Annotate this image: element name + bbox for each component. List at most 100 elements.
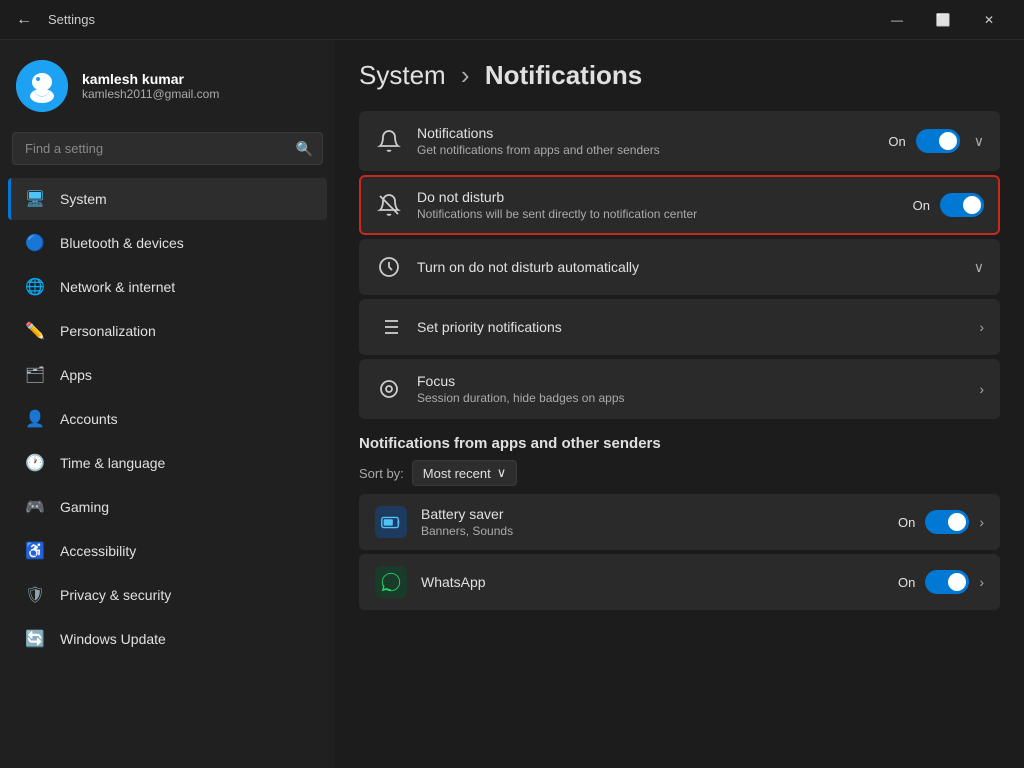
battery-saver-toggle[interactable] [925,510,969,534]
nav-personalization[interactable]: ✏️ Personalization [8,310,327,352]
priority-controls: › [979,319,984,335]
focus-setting[interactable]: Focus Session duration, hide badges on a… [359,359,1000,419]
maximize-button[interactable]: ⬜ [920,0,966,40]
nav-label-system: System [60,191,107,207]
update-icon: 🔄 [24,628,46,650]
whatsapp-row[interactable]: WhatsApp On › [359,554,1000,610]
nav-label-privacy: Privacy & security [60,587,171,603]
nav-accessibility[interactable]: ♿ Accessibility [8,530,327,572]
system-icon: 🖥 [24,188,46,210]
focus-desc: Session duration, hide badges on apps [417,391,965,405]
dnd-desc: Notifications will be sent directly to n… [417,207,899,221]
nav-label-apps: Apps [60,367,92,383]
notifications-text: Notifications Get notifications from app… [417,125,874,157]
user-profile[interactable]: kamlesh kumar kamlesh2011@gmail.com [0,40,335,132]
battery-saver-desc: Banners, Sounds [421,524,884,538]
notifications-on-label: On [888,134,905,149]
battery-saver-row[interactable]: Battery saver Banners, Sounds On › [359,494,1000,550]
personalization-icon: ✏️ [24,320,46,342]
focus-text: Focus Session duration, hide badges on a… [417,373,965,405]
window-controls: — ⬜ ✕ [874,0,1012,40]
auto-dnd-chevron-icon[interactable]: ∨ [974,259,984,276]
battery-saver-text: Battery saver Banners, Sounds [421,506,884,538]
do-not-disturb-setting[interactable]: Do not disturb Notifications will be sen… [359,175,1000,235]
battery-saver-name: Battery saver [421,506,884,522]
nav-time[interactable]: 🕐 Time & language [8,442,327,484]
search-input[interactable] [12,132,323,165]
dnd-title: Do not disturb [417,189,899,205]
close-button[interactable]: ✕ [966,0,1012,40]
sort-label: Sort by: [359,466,404,481]
back-button[interactable]: ← [12,11,36,29]
network-icon: 🌐 [24,276,46,298]
nav-label-time: Time & language [60,455,165,471]
breadcrumb-current: Notifications [485,60,642,90]
nav-label-network: Network & internet [60,279,175,295]
time-icon: 🕐 [24,452,46,474]
privacy-icon: 🛡 [24,584,46,606]
bluetooth-icon: 🔵 [24,232,46,254]
notifications-chevron-icon[interactable]: ∨ [974,133,984,150]
titlebar: ← Settings — ⬜ ✕ [0,0,1024,40]
nav-update[interactable]: 🔄 Windows Update [8,618,327,660]
nav-label-accessibility: Accessibility [60,543,136,559]
dnd-on-label: On [913,198,930,213]
notifications-title: Notifications [417,125,874,141]
sort-value: Most recent [423,466,491,481]
auto-dnd-title: Turn on do not disturb automatically [417,259,956,275]
focus-controls: › [979,381,984,397]
whatsapp-controls: On › [898,570,984,594]
whatsapp-on-label: On [898,575,915,590]
whatsapp-text: WhatsApp [421,574,884,590]
breadcrumb-separator: › [461,60,477,90]
sidebar: kamlesh kumar kamlesh2011@gmail.com 🔍 🖥 … [0,40,335,768]
nav-gaming[interactable]: 🎮 Gaming [8,486,327,528]
sort-chevron-icon: ∨ [497,465,507,481]
priority-setting[interactable]: Set priority notifications › [359,299,1000,355]
focus-icon [375,375,403,403]
app-container: kamlesh kumar kamlesh2011@gmail.com 🔍 🖥 … [0,40,1024,768]
nav-network[interactable]: 🌐 Network & internet [8,266,327,308]
avatar [16,60,68,112]
auto-dnd-setting[interactable]: Turn on do not disturb automatically ∨ [359,239,1000,295]
battery-saver-controls: On › [898,510,984,534]
search-icon: 🔍 [296,140,313,157]
nav-label-update: Windows Update [60,631,166,647]
auto-dnd-controls: ∨ [970,259,984,276]
battery-saver-arrow-icon[interactable]: › [979,514,984,530]
main-content: System › Notifications Notifications Get… [335,40,1024,768]
whatsapp-name: WhatsApp [421,574,884,590]
nav-accounts[interactable]: 👤 Accounts [8,398,327,440]
whatsapp-toggle[interactable] [925,570,969,594]
dnd-toggle[interactable] [940,193,984,217]
sort-bar: Sort by: Most recent ∨ [359,460,1000,486]
sort-select[interactable]: Most recent ∨ [412,460,517,486]
notifications-toggle[interactable] [916,129,960,153]
app-title: Settings [48,12,95,27]
user-email: kamlesh2011@gmail.com [82,87,219,101]
priority-text: Set priority notifications [417,319,965,335]
focus-arrow-icon[interactable]: › [979,381,984,397]
clock-icon [375,253,403,281]
nav-label-personalization: Personalization [60,323,156,339]
notifications-setting[interactable]: Notifications Get notifications from app… [359,111,1000,171]
user-info: kamlesh kumar kamlesh2011@gmail.com [82,71,219,101]
notifications-desc: Get notifications from apps and other se… [417,143,874,157]
battery-icon [375,506,407,538]
minimize-button[interactable]: — [874,0,920,40]
bell-icon [375,127,403,155]
focus-title: Focus [417,373,965,389]
priority-title: Set priority notifications [417,319,965,335]
nav-system[interactable]: 🖥 System [8,178,327,220]
nav-label-gaming: Gaming [60,499,109,515]
nav-bluetooth[interactable]: 🔵 Bluetooth & devices [8,222,327,264]
nav-privacy[interactable]: 🛡 Privacy & security [8,574,327,616]
notifications-controls: On ∨ [888,129,984,153]
whatsapp-arrow-icon[interactable]: › [979,574,984,590]
auto-dnd-text: Turn on do not disturb automatically [417,259,956,275]
breadcrumb-parent[interactable]: System [359,60,446,90]
nav-apps[interactable]: 🗂 Apps [8,354,327,396]
accessibility-icon: ♿ [24,540,46,562]
nav-label-accounts: Accounts [60,411,118,427]
priority-arrow-icon[interactable]: › [979,319,984,335]
